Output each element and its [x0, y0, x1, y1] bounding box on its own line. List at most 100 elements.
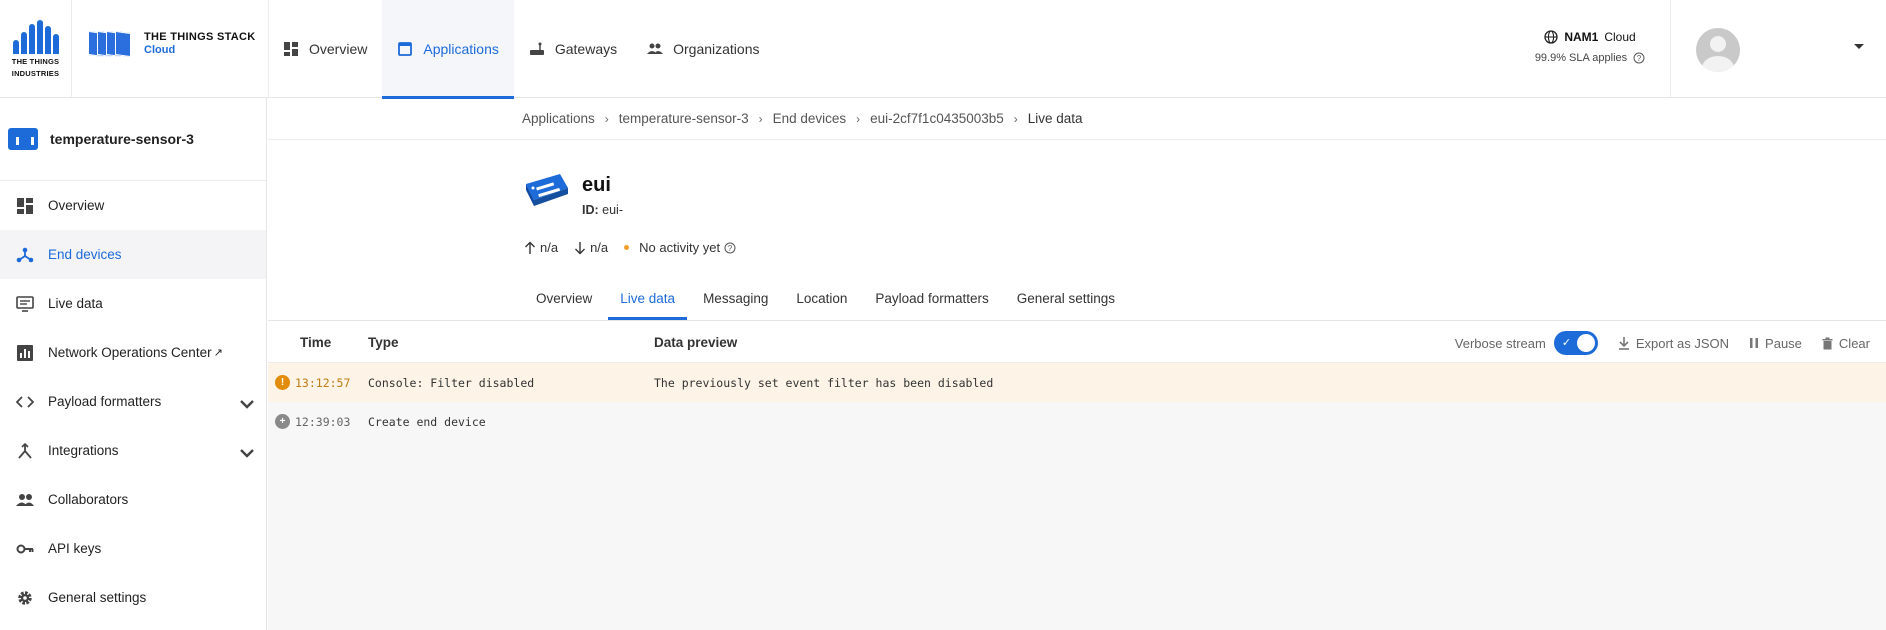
tab-overview[interactable]: Overview — [524, 280, 604, 320]
status-dot-icon — [624, 245, 630, 250]
sidebar-item-label: Payload formatters — [48, 394, 162, 409]
help-icon[interactable]: ? — [724, 242, 736, 254]
sidebar-item-payload-formatters[interactable]: Payload formatters — [0, 377, 266, 426]
user-avatar[interactable] — [1696, 28, 1740, 72]
tab-general-settings[interactable]: General settings — [1005, 280, 1127, 320]
export-json-button[interactable]: Export as JSON — [1618, 336, 1729, 351]
breadcrumb-chevron-icon: › — [856, 111, 861, 126]
export-json-label: Export as JSON — [1635, 335, 1730, 351]
chevron-down-icon[interactable] — [238, 395, 256, 413]
breadcrumb-application[interactable]: temperature-sensor-3 — [619, 111, 749, 126]
breadcrumb-applications[interactable]: Applications — [522, 111, 595, 126]
gateway-icon — [529, 42, 544, 55]
event-time: 12:39:03 — [295, 415, 351, 429]
chevron-down-icon[interactable] — [238, 444, 256, 462]
sidebar-item-network-operations-center[interactable]: Network Operations Center ↗ — [0, 328, 266, 377]
sidebar-item-label: General settings — [48, 590, 147, 605]
nav-gateways[interactable]: Gateways — [514, 0, 632, 98]
chart-icon — [17, 344, 33, 361]
breadcrumb-current: Live data — [1027, 111, 1083, 126]
event-row[interactable]: + 12:39:03 Create end device — [268, 402, 1886, 441]
event-type: Console: Filter disabled — [368, 376, 535, 390]
download-icon — [1618, 337, 1629, 350]
sidebar-item-label: Collaborators — [48, 492, 129, 507]
nav-applications-label: Applications — [423, 41, 499, 57]
activity-text: No activity yet — [639, 240, 721, 255]
sidebar-item-label: Live data — [48, 296, 103, 311]
arrow-up-icon — [525, 241, 535, 254]
event-row[interactable]: ! 13:12:57 Console: Filter disabled The … — [268, 363, 1886, 402]
warning-icon: ! — [275, 375, 290, 390]
tts-logo-title: THE THINGS STACK — [144, 31, 256, 43]
cluster-name: NAM1 — [1564, 30, 1599, 44]
breadcrumb-end-devices[interactable]: End devices — [773, 111, 847, 126]
events-panel: Time Type Data preview Verbose stream ✓ … — [268, 321, 1886, 630]
tab-live-data[interactable]: Live data — [608, 280, 687, 320]
svg-text:?: ? — [1637, 54, 1642, 63]
sidebar-item-label: End devices — [48, 247, 122, 262]
clear-button[interactable]: Clear — [1822, 336, 1870, 351]
help-icon[interactable]: ? — [1633, 52, 1645, 64]
nav-organizations-label: Organizations — [673, 41, 760, 57]
column-header-data-preview: Data preview — [654, 335, 738, 350]
device-id: ID: eui- — [582, 203, 623, 217]
uplink-stat: n/a — [524, 240, 558, 255]
nav-gateways-label: Gateways — [554, 41, 618, 57]
sidebar-item-overview[interactable]: Overview — [0, 181, 266, 230]
event-time: 13:12:57 — [295, 376, 351, 390]
sidebar-item-label: Network Operations Center — [48, 345, 212, 360]
arrow-down-icon — [575, 241, 586, 254]
pause-button[interactable]: Pause — [1749, 336, 1802, 351]
sidebar-item-live-data[interactable]: Live data — [0, 279, 266, 328]
the-things-industries-logo[interactable]: THE THINGS INDUSTRIES — [0, 0, 72, 98]
gear-icon — [18, 590, 32, 605]
applications-icon — [398, 42, 413, 56]
events-table-header: Time Type Data preview Verbose stream ✓ … — [268, 321, 1886, 363]
column-header-time: Time — [300, 335, 332, 350]
svg-text:?: ? — [728, 244, 733, 253]
uplink-count: n/a — [540, 240, 559, 255]
events-controls: Verbose stream ✓ Export as JSON Pause Cl… — [1455, 331, 1870, 355]
verbose-stream-control: Verbose stream ✓ — [1455, 331, 1598, 355]
nav-overview[interactable]: Overview — [268, 0, 382, 98]
tab-messaging[interactable]: Messaging — [691, 280, 780, 320]
event-preview: The previously set event filter has been… — [654, 376, 994, 390]
tab-payload-formatters[interactable]: Payload formatters — [863, 280, 1000, 320]
top-header: THE THINGS INDUSTRIES THE THINGS STACK C… — [0, 0, 1886, 99]
integrations-icon — [18, 442, 32, 459]
verbose-stream-label: Verbose stream — [1454, 335, 1546, 351]
device-header: eui ID: eui- — [524, 170, 623, 217]
the-things-stack-logo[interactable]: THE THINGS STACK Cloud — [88, 28, 256, 60]
nav-overview-label: Overview — [309, 41, 368, 57]
nav-organizations[interactable]: Organizations — [632, 0, 774, 98]
sidebar: temperature-sensor-3 Overview End device… — [0, 98, 267, 630]
clear-label: Clear — [1838, 335, 1870, 351]
sidebar-item-api-keys[interactable]: API keys — [0, 524, 266, 573]
cluster-selector[interactable]: NAM1 Cloud 99.9% SLA applies ? — [1510, 30, 1670, 64]
downlink-stat: n/a — [574, 240, 608, 255]
sidebar-app-name: temperature-sensor-3 — [50, 131, 194, 147]
cluster-suffix: Cloud — [1604, 30, 1636, 44]
sidebar-item-end-devices[interactable]: End devices — [0, 230, 266, 279]
main-nav: Overview Applications Gateways Organizat… — [268, 0, 775, 99]
overview-icon — [284, 42, 298, 56]
breadcrumb-chevron-icon: › — [758, 111, 763, 126]
collaborators-icon — [16, 493, 34, 506]
tts-logo-subtitle: Cloud — [144, 44, 176, 56]
breadcrumb-device[interactable]: eui-2cf7f1c0435003b5 — [870, 111, 1004, 126]
overview-icon — [17, 197, 33, 214]
end-devices-icon — [16, 247, 34, 262]
verbose-stream-toggle[interactable]: ✓ — [1553, 331, 1598, 355]
device-tabs: Overview Live data Messaging Location Pa… — [524, 280, 1131, 320]
user-menu-caret-icon[interactable] — [1854, 44, 1864, 49]
nav-applications[interactable]: Applications — [382, 0, 514, 99]
sidebar-item-collaborators[interactable]: Collaborators — [0, 475, 266, 524]
add-circle-icon: + — [275, 414, 290, 429]
breadcrumb: Applications › temperature-sensor-3 › En… — [268, 98, 1886, 140]
sidebar-item-general-settings[interactable]: General settings — [0, 573, 266, 622]
sidebar-item-integrations[interactable]: Integrations — [0, 426, 266, 475]
device-id-value: eui- — [602, 203, 623, 217]
tab-location[interactable]: Location — [784, 280, 859, 320]
device-id-label: ID: — [582, 203, 599, 217]
live-data-icon — [16, 295, 34, 312]
